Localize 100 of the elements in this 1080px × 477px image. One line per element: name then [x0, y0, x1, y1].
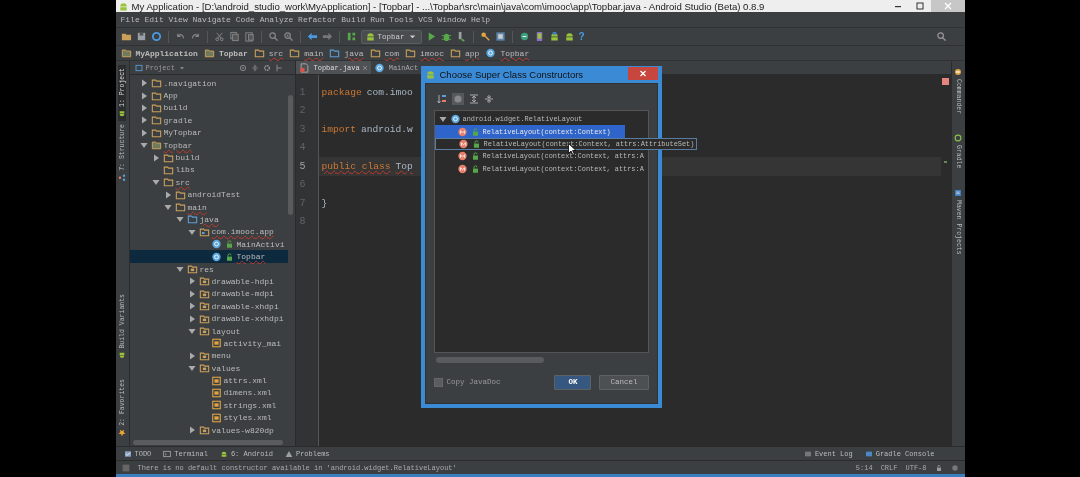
expanded-arrow-icon[interactable]	[187, 327, 196, 335]
tree-item[interactable]: MainActivi	[129, 238, 288, 251]
collapsed-arrow-icon[interactable]	[187, 289, 196, 298]
menu-title[interactable]: Refactor	[298, 15, 337, 24]
forward-arrow-icon[interactable]	[321, 31, 333, 42]
target-icon[interactable]	[238, 63, 247, 72]
breadcrumb[interactable]: main	[289, 48, 324, 58]
tree-item[interactable]: attrs.xml	[129, 374, 288, 387]
tree-item[interactable]: res	[129, 262, 288, 276]
collapsed-arrow-icon[interactable]	[187, 277, 196, 286]
collapsed-arrow-icon[interactable]	[187, 426, 196, 435]
menu-title[interactable]: VCS	[418, 15, 433, 24]
breadcrumb[interactable]: Topbar	[485, 48, 530, 58]
tree-item[interactable]: styles.xml	[129, 411, 288, 424]
menu-title[interactable]: Navigate	[192, 15, 231, 24]
project-structure-icon[interactable]	[494, 31, 506, 42]
tree-item[interactable]: main	[129, 200, 288, 214]
breadcrumb[interactable]: src	[253, 48, 284, 58]
tree-item[interactable]: values	[129, 362, 288, 375]
expanded-arrow-icon[interactable]	[163, 203, 172, 212]
paste-icon[interactable]	[243, 31, 255, 42]
breadcrumb[interactable]: imooc	[404, 48, 444, 58]
breadcrumb[interactable]: MyApplication	[120, 48, 198, 58]
tree-item[interactable]: activity_mai	[129, 337, 288, 350]
collapsed-arrow-icon[interactable]	[163, 190, 172, 199]
menu-title[interactable]: File	[120, 15, 140, 24]
close-icon[interactable]	[361, 64, 368, 71]
collapsed-arrow-icon[interactable]	[139, 116, 148, 125]
menu-title[interactable]: View	[168, 15, 188, 24]
breadcrumb[interactable]: java	[329, 48, 364, 58]
change-marker[interactable]	[944, 161, 947, 163]
collapsed-arrow-icon[interactable]	[139, 91, 148, 100]
menu-title[interactable]: Code	[235, 15, 255, 24]
breadcrumb[interactable]: app	[449, 48, 480, 58]
sort-icon[interactable]	[436, 94, 447, 104]
expanded-arrow-icon[interactable]	[151, 178, 160, 187]
toggle-icon[interactable]	[451, 93, 464, 105]
search-icon[interactable]	[935, 31, 947, 42]
collapsed-arrow-icon[interactable]	[139, 128, 148, 137]
tree-item[interactable]: java	[129, 213, 288, 226]
expanded-arrow-icon[interactable]	[187, 364, 196, 373]
expanded-arrow-icon[interactable]	[139, 141, 148, 150]
menu-title[interactable]: Edit	[144, 15, 164, 24]
menu-title[interactable]: Window	[437, 15, 467, 24]
tree-item[interactable]: MyTopbar	[129, 126, 288, 139]
collapsed-arrow-icon[interactable]	[151, 153, 160, 162]
tree-item[interactable]: values-w820dp	[129, 423, 288, 437]
key-icon[interactable]	[479, 31, 491, 42]
tree-item[interactable]: strings.xml	[129, 399, 288, 412]
collapsed-arrow-icon[interactable]	[139, 79, 148, 88]
expanded-arrow-icon[interactable]	[438, 115, 447, 124]
tree-item[interactable]: src	[129, 176, 288, 189]
search-icon[interactable]	[267, 31, 279, 42]
collapse-all-icon[interactable]	[483, 94, 494, 104]
breadcrumb[interactable]: com	[369, 48, 399, 58]
tree-item[interactable]: dimens.xml	[129, 386, 288, 400]
menu-title[interactable]: Tools	[389, 15, 414, 24]
tree-item[interactable]: drawable-xhdpi	[129, 300, 288, 313]
scrollbar-thumb[interactable]	[132, 439, 283, 445]
collapsed-arrow-icon[interactable]	[139, 103, 148, 112]
scrollbar-thumb[interactable]	[287, 95, 293, 215]
make-icon[interactable]	[345, 31, 357, 42]
error-marker[interactable]	[942, 78, 949, 85]
back-arrow-icon[interactable]	[306, 31, 318, 42]
tree-item[interactable]: menu	[129, 349, 288, 362]
tree-item[interactable]: drawable-mdpi	[129, 287, 288, 301]
cut-icon[interactable]	[213, 31, 225, 42]
collapsed-arrow-icon[interactable]	[187, 302, 196, 311]
tree-item[interactable]: Topbar	[129, 250, 288, 263]
tree-item[interactable]: libs	[129, 163, 288, 177]
scrollbar-thumb[interactable]	[435, 357, 544, 363]
help-button[interactable]: ?	[578, 31, 585, 42]
tree-item[interactable]: Topbar	[129, 138, 288, 152]
menu-title[interactable]: Analyze	[259, 15, 294, 24]
tree-item[interactable]: build	[129, 151, 288, 164]
expanded-arrow-icon[interactable]	[175, 215, 184, 224]
expanded-arrow-icon[interactable]	[187, 227, 196, 236]
tree-item[interactable]: gradle	[129, 114, 288, 127]
lock-icon[interactable]	[934, 463, 943, 472]
tree-item[interactable]: drawable-xxhdpi	[129, 312, 288, 325]
settings-icon[interactable]	[262, 63, 271, 72]
expand-all-icon[interactable]	[468, 94, 479, 104]
tree-item[interactable]: build	[129, 101, 288, 115]
copy-icon[interactable]	[228, 31, 240, 42]
tree-item[interactable]: App	[129, 89, 288, 102]
save-icon[interactable]	[135, 31, 147, 42]
collapse-all-icon[interactable]	[250, 63, 259, 72]
tree-item[interactable]: androidTest	[129, 188, 288, 201]
sync-icon[interactable]	[150, 31, 162, 42]
tree-item[interactable]: drawable-hdpi	[129, 275, 288, 288]
open-folder-icon[interactable]	[120, 31, 132, 42]
expanded-arrow-icon[interactable]	[175, 265, 184, 274]
breadcrumb[interactable]: Topbar	[203, 48, 248, 58]
tree-item[interactable]: com.imooc.app	[129, 225, 288, 239]
android-icon[interactable]	[563, 31, 575, 42]
menu-title[interactable]: Run	[370, 15, 385, 24]
debug-icon[interactable]	[440, 31, 452, 42]
collapsed-arrow-icon[interactable]	[187, 314, 196, 323]
tree-item[interactable]: layout	[129, 324, 288, 338]
replace-icon[interactable]	[282, 31, 294, 42]
